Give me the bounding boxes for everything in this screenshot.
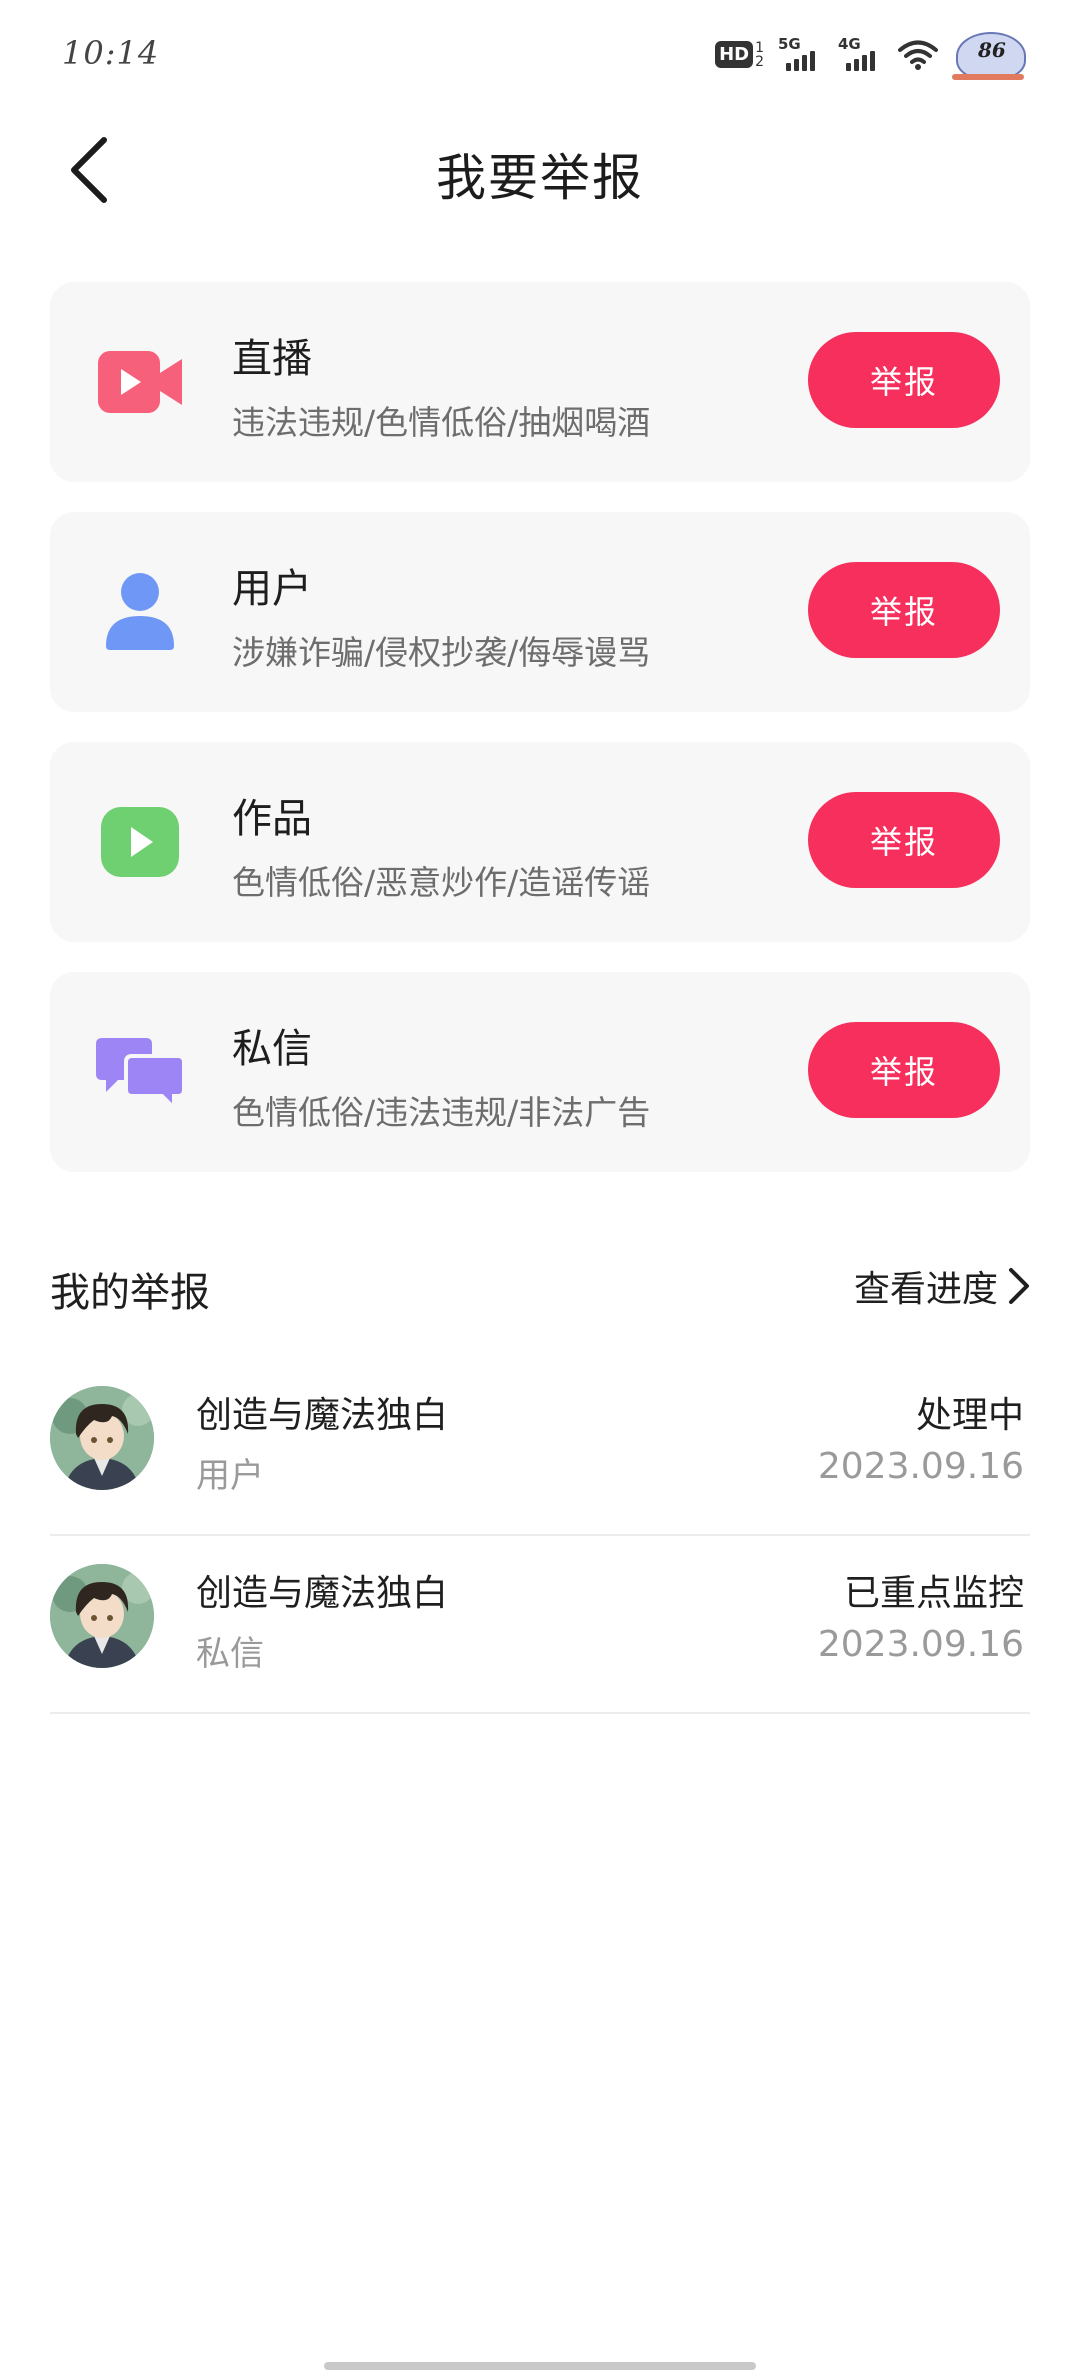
report-target-name: 创造与魔法独白 — [196, 1395, 449, 1436]
report-status: 处理中 — [915, 1395, 1024, 1436]
my-reports-list: 创造与魔法独白 用户 处理中 2023.09.16 创造与魔法独白 私信 已重点… — [50, 1358, 1030, 1714]
report-status: 已重点监控 — [843, 1573, 1024, 1614]
view-progress-link[interactable]: 查看进度 — [854, 1260, 1030, 1312]
page-header: 我要举报 — [0, 110, 1080, 230]
report-date: 2023.09.16 — [817, 1446, 1024, 1487]
status-time: 10:14 — [62, 34, 160, 72]
report-type: 用户 — [196, 1456, 264, 1496]
view-progress-label: 查看进度 — [853, 1269, 998, 1310]
category-title: 用户 — [232, 566, 312, 612]
report-user-button[interactable]: 举报 — [808, 562, 1000, 658]
category-card-user[interactable]: 用户 涉嫌诈骗/侵权抄袭/侮辱谩骂 举报 — [50, 512, 1030, 712]
report-date: 2023.09.16 — [817, 1624, 1024, 1665]
report-type: 私信 — [196, 1634, 264, 1674]
status-icons: HD 12 5G 4G 86 — [715, 30, 1026, 80]
category-card-live[interactable]: 直播 违法违规/色情低俗/抽烟喝酒 举报 — [50, 282, 1030, 482]
wifi-icon — [898, 40, 938, 70]
user-icon — [94, 568, 186, 656]
report-live-button[interactable]: 举报 — [808, 332, 1000, 428]
avatar — [50, 1386, 154, 1490]
chat-bubbles-icon — [94, 1028, 186, 1116]
avatar — [50, 1564, 154, 1668]
page-title: 我要举报 — [436, 149, 644, 207]
category-subtitle: 涉嫌诈骗/侵权抄袭/侮辱谩骂 — [232, 633, 651, 672]
video-camera-icon — [94, 338, 186, 426]
report-item[interactable]: 创造与魔法独白 用户 处理中 2023.09.16 — [50, 1358, 1030, 1536]
category-title: 私信 — [232, 1026, 312, 1072]
chevron-right-icon — [1009, 1268, 1029, 1304]
report-item[interactable]: 创造与魔法独白 私信 已重点监控 2023.09.16 — [50, 1536, 1030, 1714]
home-indicator[interactable] — [324, 2362, 756, 2370]
category-subtitle: 色情低俗/恶意炒作/造谣传谣 — [232, 863, 651, 902]
report-categories: 直播 违法违规/色情低俗/抽烟喝酒 举报 用户 涉嫌诈骗/侵权抄袭/侮辱谩骂 举… — [50, 282, 1030, 1202]
status-bar: 10:14 HD 12 5G 4G 86 — [0, 0, 1080, 110]
category-subtitle: 违法违规/色情低俗/抽烟喝酒 — [232, 403, 651, 442]
category-title: 作品 — [232, 796, 312, 842]
my-reports-header: 我的举报 查看进度 — [50, 1260, 1030, 1320]
my-reports-title: 我的举报 — [50, 1270, 210, 1316]
signal-4g-icon: 4G — [838, 35, 884, 73]
play-icon — [94, 798, 186, 886]
category-title: 直播 — [232, 336, 312, 382]
category-card-message[interactable]: 私信 色情低俗/违法违规/非法广告 举报 — [50, 972, 1030, 1172]
report-target-name: 创造与魔法独白 — [196, 1573, 449, 1614]
report-message-button[interactable]: 举报 — [808, 1022, 1000, 1118]
battery-avatar-icon: 86 — [952, 30, 1026, 80]
signal-5g-icon: 5G — [778, 35, 824, 73]
report-works-button[interactable]: 举报 — [808, 792, 1000, 888]
hd-icon: HD 12 — [715, 41, 764, 69]
category-card-works[interactable]: 作品 色情低俗/恶意炒作/造谣传谣 举报 — [50, 742, 1030, 942]
category-subtitle: 色情低俗/违法违规/非法广告 — [232, 1093, 651, 1132]
